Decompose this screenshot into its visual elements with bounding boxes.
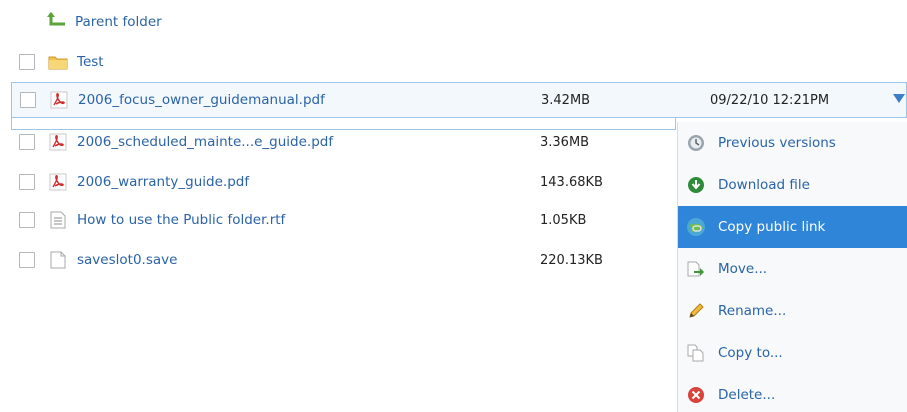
pdf-icon — [49, 90, 69, 110]
menu-item-copy-to[interactable]: Copy to... — [678, 332, 907, 374]
checkbox[interactable] — [20, 92, 36, 108]
history-icon — [686, 133, 706, 153]
file-size: 3.36MB — [540, 134, 590, 150]
menu-item-download-file[interactable]: Download file — [678, 164, 907, 206]
menu-item-label: Move... — [718, 261, 768, 277]
file-size: 1.05KB — [540, 212, 587, 228]
file-size: 143.68KB — [540, 174, 603, 190]
context-menu: Previous versions Download file Copy pub… — [677, 122, 907, 412]
menu-item-previous-versions[interactable]: Previous versions — [678, 122, 907, 164]
menu-item-move[interactable]: Move... — [678, 248, 907, 290]
menu-item-label: Rename... — [718, 303, 787, 319]
download-icon — [686, 175, 706, 195]
rename-pencil-icon — [686, 301, 706, 321]
move-icon — [686, 259, 706, 279]
file-date: 09/22/10 12:21PM — [710, 92, 830, 108]
up-arrow-icon — [47, 11, 69, 33]
file-row-selected[interactable]: 2006_focus_owner_guidemanual.pdf 3.42MB … — [11, 82, 907, 118]
file-name[interactable]: 2006_warranty_guide.pdf — [77, 174, 249, 190]
dropdown-arrow-icon[interactable] — [893, 94, 905, 103]
file-size: 220.13KB — [540, 252, 603, 268]
pdf-icon — [48, 132, 68, 152]
text-document-icon — [48, 210, 68, 230]
public-link-icon — [686, 217, 706, 237]
blank-file-icon — [48, 250, 68, 270]
menu-item-label: Copy public link — [718, 219, 826, 235]
checkbox[interactable] — [19, 54, 35, 70]
folder-row[interactable]: Test — [0, 48, 907, 76]
menu-item-label: Download file — [718, 177, 810, 193]
file-size: 3.42MB — [541, 92, 591, 108]
menu-item-copy-public-link[interactable]: Copy public link — [678, 206, 907, 248]
checkbox[interactable] — [19, 174, 35, 190]
parent-folder-link[interactable]: Parent folder — [47, 12, 162, 32]
file-name[interactable]: 2006_focus_owner_guidemanual.pdf — [78, 92, 325, 108]
pdf-icon — [48, 172, 68, 192]
file-name[interactable]: saveslot0.save — [77, 252, 177, 268]
file-name[interactable]: 2006_scheduled_mainte...e_guide.pdf — [77, 134, 333, 150]
menu-item-label: Previous versions — [718, 135, 836, 151]
menu-item-label: Delete... — [718, 387, 776, 403]
delete-icon — [686, 385, 706, 405]
checkbox[interactable] — [19, 134, 35, 150]
folder-icon — [48, 52, 68, 72]
menu-item-delete[interactable]: Delete... — [678, 374, 907, 412]
menu-item-label: Copy to... — [718, 345, 783, 361]
folder-name[interactable]: Test — [77, 54, 104, 70]
menu-item-rename[interactable]: Rename... — [678, 290, 907, 332]
parent-folder-label: Parent folder — [75, 14, 162, 30]
copy-icon — [686, 343, 706, 363]
checkbox[interactable] — [19, 252, 35, 268]
checkbox[interactable] — [19, 212, 35, 228]
file-name[interactable]: How to use the Public folder.rtf — [77, 212, 285, 228]
